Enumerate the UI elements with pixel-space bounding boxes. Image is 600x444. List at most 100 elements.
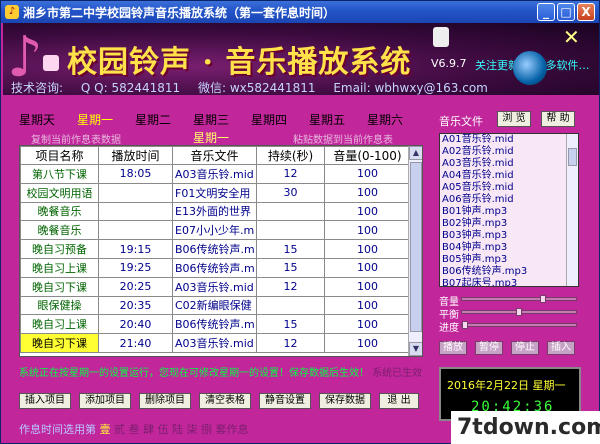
tab-wednesday[interactable]: 星期三: [193, 111, 229, 128]
cell-name[interactable]: 第八节下课: [20, 164, 99, 184]
cell-file[interactable]: B06传统铃声.m: [172, 239, 257, 259]
scroll-thumb[interactable]: [410, 162, 422, 332]
cell-volume[interactable]: 100: [324, 164, 411, 184]
cell-time[interactable]: 20:35: [98, 295, 173, 316]
col-header-name[interactable]: 项目名称: [20, 146, 99, 165]
save-data-button[interactable]: 保存数据: [319, 393, 371, 409]
insert-item-button[interactable]: 插入项目: [19, 393, 71, 409]
file-list-item[interactable]: B01钟声.mp3: [440, 206, 578, 218]
cell-file[interactable]: E07小小少年.m: [172, 220, 257, 241]
music-file-list[interactable]: A01音乐铃.mid A02音乐铃.mid A03音乐铃.mid A04音乐铃.mid…: [439, 133, 579, 287]
file-list-scroll-thumb[interactable]: [568, 148, 577, 166]
col-header-file[interactable]: 音乐文件: [172, 146, 257, 165]
cell-volume[interactable]: 100: [324, 239, 411, 259]
pause-button[interactable]: 暂停: [475, 341, 503, 355]
stop-button[interactable]: 停止: [511, 341, 539, 355]
cell-duration[interactable]: [256, 220, 325, 241]
file-list-scrollbar[interactable]: [566, 134, 578, 286]
scheme-option[interactable]: 陆: [172, 423, 183, 436]
cell-file[interactable]: B06传统铃声.m: [172, 257, 257, 278]
cell-volume[interactable]: 100: [324, 220, 411, 241]
cell-file[interactable]: B06传统铃声.m: [172, 314, 257, 335]
cell-name[interactable]: 晚自习上课: [20, 314, 99, 335]
cell-duration[interactable]: 15: [256, 257, 325, 278]
cell-volume[interactable]: 100: [324, 333, 411, 353]
scheme-option[interactable]: 柒: [187, 423, 198, 436]
table-row[interactable]: 晚餐音乐 E07小小少年.m 100: [20, 220, 411, 241]
cell-file[interactable]: E13外面的世界: [172, 201, 257, 222]
file-list-item[interactable]: A02音乐铃.mid: [440, 146, 578, 158]
cell-duration[interactable]: 12: [256, 276, 325, 297]
file-list-item[interactable]: A05音乐铃.mid: [440, 182, 578, 194]
close-button[interactable]: X: [577, 3, 595, 21]
cell-file[interactable]: A03音乐铃.mid: [172, 276, 257, 297]
table-row[interactable]: 晚自习下课 21:40 A03音乐铃.mid 12 100: [20, 333, 411, 353]
cell-duration[interactable]: 15: [256, 239, 325, 259]
title-bar[interactable]: ♪ 湘乡市第二中学校园铃声音乐播放系统（第一套作息时间） _ □ X: [1, 1, 599, 23]
table-row[interactable]: 晚自习上课 19:25 B06传统铃声.m 15 100: [20, 257, 411, 278]
cell-time[interactable]: 19:25: [98, 257, 173, 278]
cell-volume[interactable]: 100: [324, 295, 411, 316]
scheme-option[interactable]: 捌: [201, 423, 212, 436]
scheme-option[interactable]: 壹: [100, 423, 111, 436]
scheme-option[interactable]: 贰: [114, 423, 125, 436]
file-list-item[interactable]: A03音乐铃.mid: [440, 158, 578, 170]
cell-time[interactable]: 19:15: [98, 239, 173, 259]
scheme-option[interactable]: 伍: [158, 423, 169, 436]
file-list-item[interactable]: B07起床号.mp3: [440, 278, 578, 286]
volume-knob[interactable]: [540, 295, 546, 303]
tab-sunday[interactable]: 星期天: [19, 111, 55, 128]
table-row[interactable]: 晚自习下课 20:25 A03音乐铃.mid 12 100: [20, 276, 411, 297]
file-list-item[interactable]: A01音乐铃.mid: [440, 134, 578, 146]
minimize-button[interactable]: _: [537, 3, 555, 21]
cell-time[interactable]: [98, 201, 173, 222]
cell-name[interactable]: 晚餐音乐: [20, 220, 99, 241]
col-header-time[interactable]: 播放时间: [98, 146, 173, 165]
browse-button[interactable]: 浏 览: [497, 111, 531, 127]
volume-slider[interactable]: [461, 295, 577, 303]
mute-settings-button[interactable]: 静音设置: [259, 393, 311, 409]
balance-slider[interactable]: [461, 308, 577, 316]
tab-monday[interactable]: 星期一: [77, 111, 113, 128]
cell-duration[interactable]: 12: [256, 333, 325, 353]
add-item-button[interactable]: 添加项目: [79, 393, 131, 409]
tab-friday[interactable]: 星期五: [309, 111, 345, 128]
cell-duration[interactable]: 15: [256, 314, 325, 335]
cell-name[interactable]: 晚自习预备: [20, 239, 99, 259]
file-list-item[interactable]: B02钟声.mp3: [440, 218, 578, 230]
banner-close-icon[interactable]: ✕: [563, 25, 580, 49]
cell-time[interactable]: [98, 182, 173, 203]
cell-duration[interactable]: 12: [256, 164, 325, 184]
cell-name[interactable]: 眼保健操: [20, 295, 99, 316]
help-button[interactable]: 帮 助: [541, 111, 575, 127]
cell-name[interactable]: 晚自习上课: [20, 257, 99, 278]
cell-name[interactable]: 晚餐音乐: [20, 201, 99, 222]
progress-slider[interactable]: [461, 321, 577, 329]
tab-tuesday[interactable]: 星期二: [135, 111, 171, 128]
balance-knob[interactable]: [516, 308, 522, 316]
paste-schedule-link[interactable]: 粘贴数据到当前作息表: [293, 131, 393, 146]
cell-duration[interactable]: 30: [256, 182, 325, 203]
cell-time[interactable]: [98, 220, 173, 241]
scroll-up-icon[interactable]: ▲: [409, 146, 422, 160]
schedule-table[interactable]: 项目名称 播放时间 音乐文件 持续(秒) 音量(0-100) 第八节下课 18:0…: [19, 145, 423, 357]
file-list-item[interactable]: B05钟声.mp3: [440, 254, 578, 266]
table-row[interactable]: 晚自习预备 19:15 B06传统铃声.m 15 100: [20, 239, 411, 259]
cell-duration[interactable]: [256, 295, 325, 316]
table-row[interactable]: 第八节下课 18:05 A03音乐铃.mid 12 100: [20, 164, 411, 184]
cell-time[interactable]: 20:40: [98, 314, 173, 335]
file-list-item[interactable]: A04音乐铃.mid: [440, 170, 578, 182]
cell-volume[interactable]: 100: [324, 201, 411, 222]
table-row[interactable]: 晚餐音乐 E13外面的世界 100: [20, 201, 411, 222]
table-row[interactable]: 校园文明用语 F01文明安全用 30 100: [20, 182, 411, 203]
tab-thursday[interactable]: 星期四: [251, 111, 287, 128]
col-header-duration[interactable]: 持续(秒): [256, 146, 325, 165]
cell-file[interactable]: A03音乐铃.mid: [172, 164, 257, 184]
exit-button[interactable]: 退 出: [379, 393, 419, 409]
insert-play-button[interactable]: 插入: [547, 341, 575, 355]
tab-saturday[interactable]: 星期六: [367, 111, 403, 128]
copy-schedule-link[interactable]: 复制当前作息表数据: [31, 131, 121, 146]
file-list-item[interactable]: B04钟声.mp3: [440, 242, 578, 254]
col-header-volume[interactable]: 音量(0-100): [324, 146, 411, 165]
file-list-item[interactable]: B06传统铃声.mp3: [440, 266, 578, 278]
